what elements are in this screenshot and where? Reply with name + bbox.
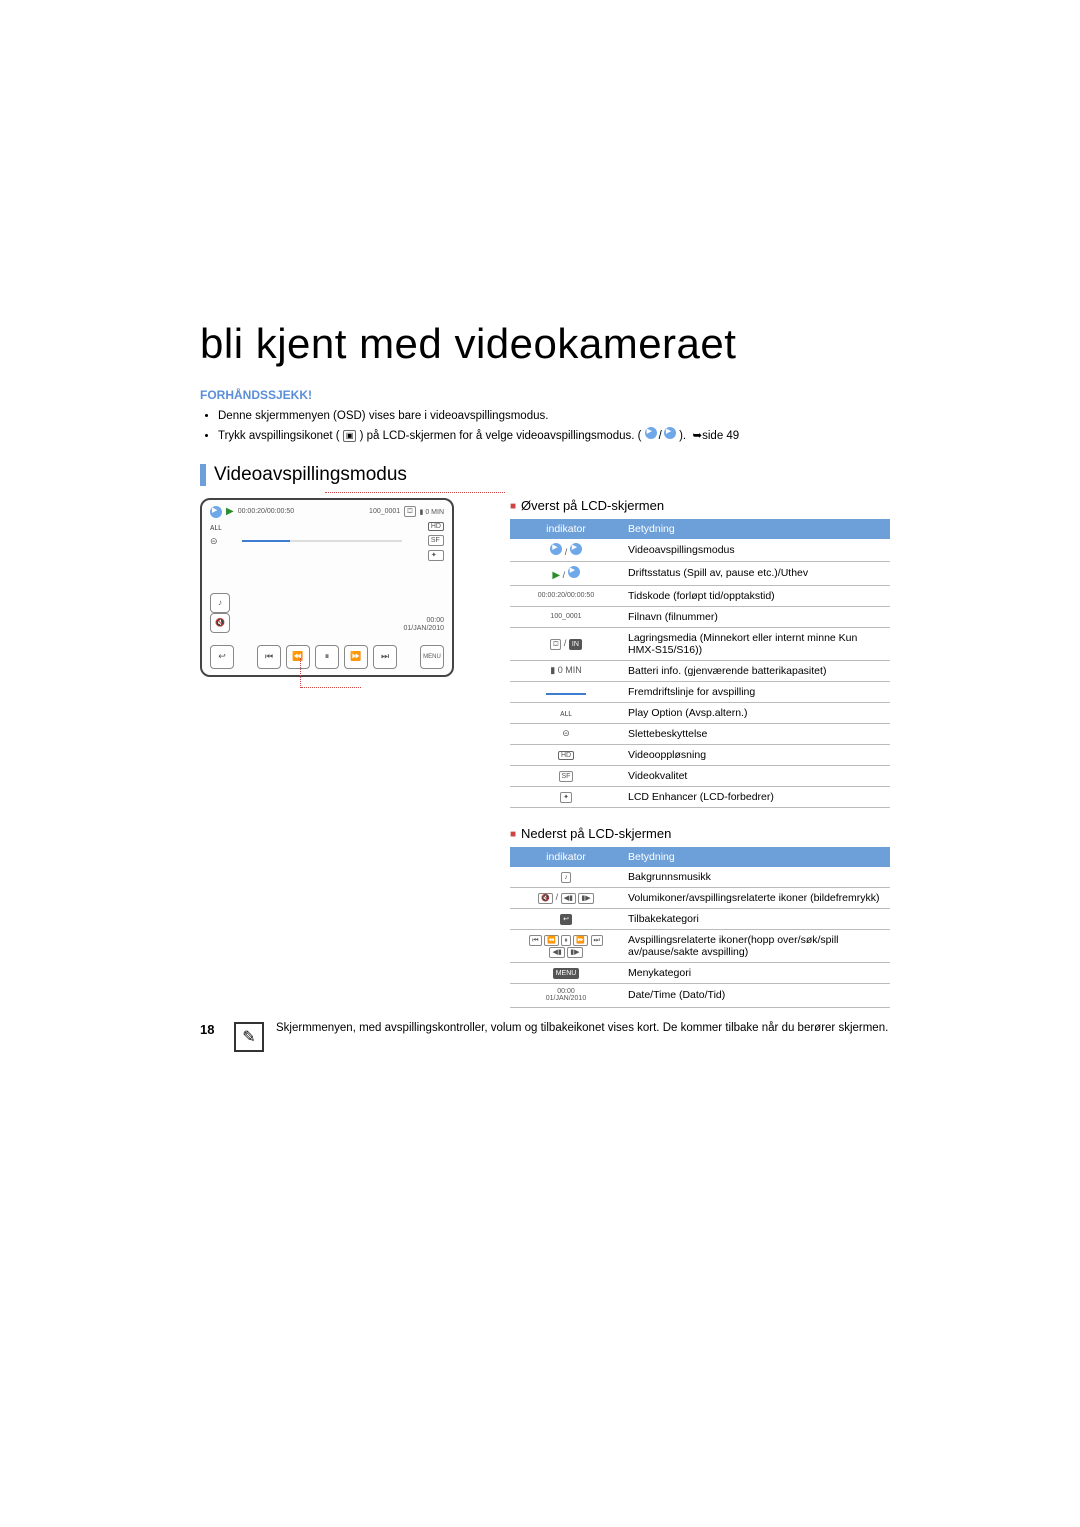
lcd-diagram-wrap: ▶ 00:00:20/00:00:50 100_0001 ⛋ ▮ 0 MIN ᴀ… <box>200 498 480 677</box>
lcd-progress-bar <box>242 540 402 542</box>
page-title: bli kjent med videokameraet <box>200 320 890 368</box>
text-menu: Menykategori <box>622 962 890 983</box>
th-meaning-b: Betydning <box>622 847 890 867</box>
ind-batt: ▮ 0 MIN <box>510 660 622 681</box>
top-indicator-table: indikator Betydning / Videoavspillingsmo… <box>510 519 890 808</box>
section-bar <box>200 464 206 486</box>
text-vq: Videokvalitet <box>622 765 890 786</box>
ind-play: ▶ / <box>510 561 622 585</box>
precheck-label: FORHÅNDSSJEKK! <box>200 388 890 402</box>
callout-line-top <box>325 492 505 493</box>
text-vol: Volumikoner/avspillingsrelaterte ikoner … <box>622 887 890 908</box>
text-ctrl: Avspillingsrelaterte ikoner(hopp over/sø… <box>622 929 890 962</box>
ind-ctrl: ⏮ ⏪ ⏸ ⏩ ⏭◀▮ ▮▶ <box>510 929 622 962</box>
ind-lcd: ✦ <box>510 786 622 807</box>
lcd-battery: ▮ 0 MIN <box>420 508 444 516</box>
ind-vol: 🔇 / ◀▮ ▮▶ <box>510 887 622 908</box>
lcd-lock-icon: ⊝ <box>210 536 222 547</box>
ind-hd: HD <box>510 744 622 765</box>
precheck-bullets: Denne skjermmenyen (OSD) vises bare i vi… <box>200 408 890 446</box>
lcd-skip-prev-icon: ⏮ <box>257 645 281 669</box>
th-indicator: indikator <box>510 519 622 539</box>
page-number: 18 <box>200 1022 222 1037</box>
ind-menu: MENU <box>510 962 622 983</box>
text-lcdenh: LCD Enhancer (LCD-forbedrer) <box>622 786 890 807</box>
bottom-table-caption: Nederst på LCD-skjermen <box>510 826 890 841</box>
text-fn: Filnavn (filnummer) <box>622 606 890 627</box>
text-music: Bakgrunnsmusikk <box>622 867 890 888</box>
ind-mode: / <box>510 539 622 562</box>
footnote-row: 18 ✎ Skjermmenyen, med avspillingskontro… <box>200 1022 890 1052</box>
lcd-rew-icon: ⏪ <box>286 645 310 669</box>
text-tc: Tidskode (forløpt tid/opptakstid) <box>622 585 890 606</box>
mode-icon-b <box>664 427 676 439</box>
ind-back: ↩ <box>510 908 622 929</box>
lcd-menu-icon: MENU <box>420 645 444 669</box>
lcd-pause-icon: ⏸ <box>315 645 339 669</box>
ind-fn: 100_0001 <box>510 606 622 627</box>
top-table-caption: Øverst på LCD-skjermen <box>510 498 890 513</box>
ind-vq: SF <box>510 765 622 786</box>
lcd-date: 01/JAN/2010 <box>404 625 444 633</box>
text-play: Driftsstatus (Spill av, pause etc.)/Uthe… <box>622 561 890 585</box>
ind-lock: ⊝ <box>510 723 622 744</box>
text-playopt: Play Option (Avsp.altern.) <box>622 702 890 723</box>
text-lock: Slettebeskyttelse <box>622 723 890 744</box>
lcd-back-icon: ↩ <box>210 645 234 669</box>
bottom-indicator-table: indikator Betydning ♪Bakgrunnsmusikk 🔇 /… <box>510 847 890 1008</box>
section-heading: Videoavspillingsmodus <box>200 464 890 486</box>
th-meaning: Betydning <box>622 519 890 539</box>
text-dt: Date/Time (Dato/Tid) <box>622 983 890 1007</box>
lcd-music-icon: ♪ <box>210 593 230 613</box>
lcd-playopt-icon: ᴀʟʟ <box>210 522 222 532</box>
lcd-play-icon: ▶ <box>226 506 234 517</box>
th-indicator-b: indikator <box>510 847 622 867</box>
lcd-screen: ▶ 00:00:20/00:00:50 100_0001 ⛋ ▮ 0 MIN ᴀ… <box>200 498 454 677</box>
callout-line-bottom <box>300 658 301 688</box>
text-back: Tilbakekategori <box>622 908 890 929</box>
ind-prog <box>510 681 622 702</box>
lcd-timecode: 00:00:20/00:00:50 <box>238 508 294 515</box>
lcd-hd-icon: HD <box>428 522 444 531</box>
lcd-volume-icon: 🔇 <box>210 613 230 633</box>
ind-tc: 00:00:20/00:00:50 <box>510 585 622 606</box>
ind-music: ♪ <box>510 867 622 888</box>
lcd-skip-next-icon: ⏭ <box>373 645 397 669</box>
lcd-filename: 100_0001 <box>369 508 400 515</box>
ind-media: ⛋ / IN <box>510 627 622 660</box>
ind-playopt: ᴀʟʟ <box>510 702 622 723</box>
lcd-ffwd-icon: ⏩ <box>344 645 368 669</box>
lcd-card-icon: ⛋ <box>404 506 415 517</box>
lcd-enhancer-icon: ✦ <box>428 550 444 561</box>
text-prog: Fremdriftslinje for avspilling <box>622 681 890 702</box>
ind-dt: 00:0001/JAN/2010 <box>510 983 622 1007</box>
mode-icon-a <box>645 427 657 439</box>
text-media: Lagringsmedia (Minnekort eller internt m… <box>622 627 890 660</box>
section-title: Videoavspillingsmodus <box>214 464 407 486</box>
note-text: Skjermmenyen, med avspillingskontroller,… <box>276 1022 888 1034</box>
playback-inline-icon: ▣ <box>343 430 357 442</box>
lcd-quality-icon: SF <box>428 535 444 546</box>
lcd-time: 00:00 <box>404 617 444 625</box>
lcd-mode-icon <box>210 506 222 518</box>
bullet-2: Trykk avspillingsikonet ( ▣ ) på LCD-skj… <box>218 427 890 445</box>
bullet-1: Denne skjermmenyen (OSD) vises bare i vi… <box>218 408 890 425</box>
text-batt: Batteri info. (gjenværende batterikapasi… <box>622 660 890 681</box>
text-mode: Videoavspillingsmodus <box>622 539 890 562</box>
note-icon: ✎ <box>234 1022 264 1052</box>
manual-page: bli kjent med videokameraet FORHÅNDSSJEK… <box>0 0 1080 1527</box>
text-hd: Videooppløsning <box>622 744 890 765</box>
